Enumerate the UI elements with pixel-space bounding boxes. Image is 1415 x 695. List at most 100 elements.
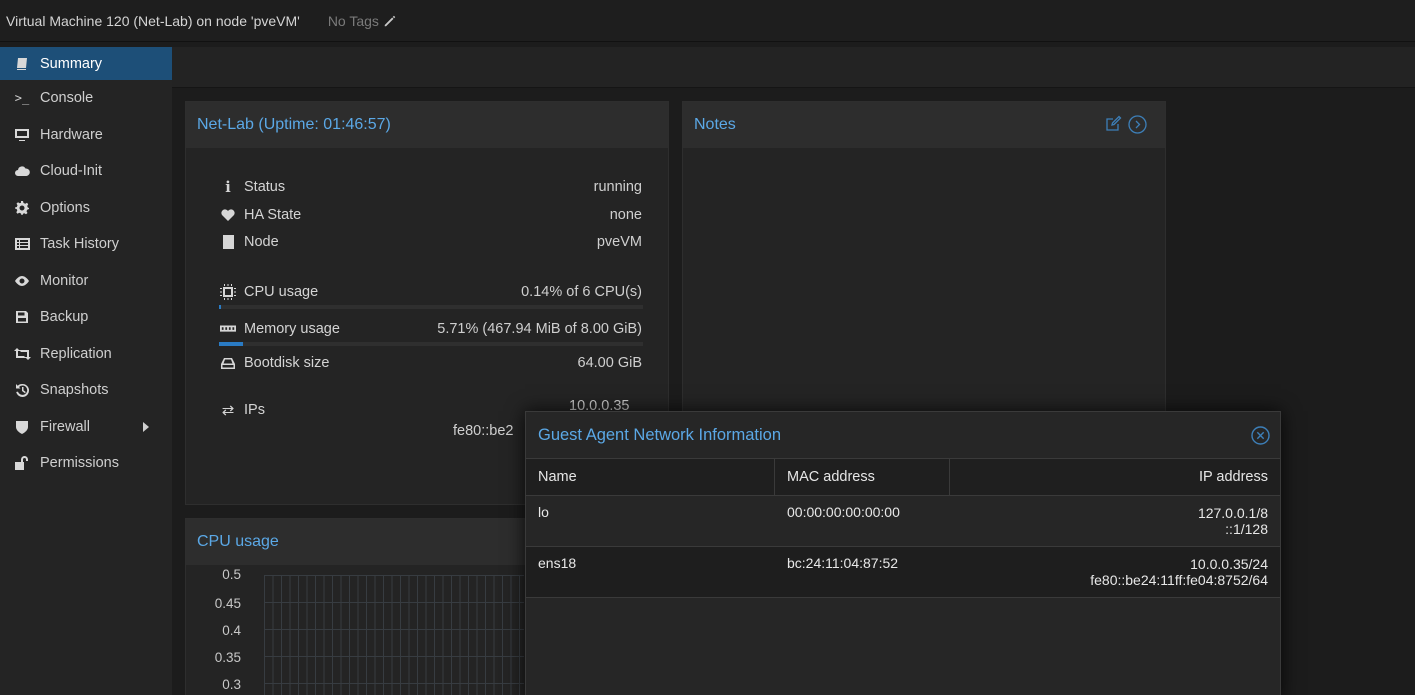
node-row: Node pveVM xyxy=(220,232,642,252)
ip-address: 10.0.0.35/24 xyxy=(1190,556,1268,572)
ip-address: ::1/128 xyxy=(1225,521,1268,537)
sidebar-item-permissions[interactable]: Permissions xyxy=(0,445,172,482)
notes-title: Notes xyxy=(694,116,736,133)
collapse-icon[interactable] xyxy=(1128,115,1147,134)
column-header-ip[interactable]: IP address xyxy=(950,459,1280,495)
notes-panel: Notes xyxy=(682,101,1166,431)
ip-value-link-local: fe80::be2 xyxy=(453,423,514,439)
monitor-icon xyxy=(12,128,32,142)
status-value: running xyxy=(593,179,642,195)
dialog-header: Guest Agent Network Information xyxy=(526,412,1280,458)
cloud-icon xyxy=(12,165,32,177)
sidebar-item-label: Monitor xyxy=(40,272,89,289)
status-row: i Status running xyxy=(220,177,642,197)
memory-usage-bar xyxy=(219,342,643,346)
node-label: Node xyxy=(244,234,279,250)
table-row[interactable]: lo 00:00:00:00:00:00 127.0.0.1/8 ::1/128 xyxy=(526,496,1280,547)
memory-row: Memory usage 5.71% (467.94 MiB of 8.00 G… xyxy=(220,319,642,339)
sidebar-item-label: Summary xyxy=(40,55,103,72)
sidebar-item-label: Cloud-Init xyxy=(40,163,103,180)
table-header: Name MAC address IP address xyxy=(526,458,1280,496)
sidebar-item-label: Options xyxy=(40,199,90,216)
mac-address: 00:00:00:00:00:00 xyxy=(787,504,900,520)
sidebar-item-task-history[interactable]: Task History xyxy=(0,226,172,263)
content-toolbar xyxy=(172,47,1415,88)
status-panel-title: Net-Lab (Uptime: 01:46:57) xyxy=(186,102,668,148)
pencil-icon xyxy=(384,15,396,26)
terminal-icon: >_ xyxy=(14,91,30,106)
bootdisk-value: 64.00 GiB xyxy=(577,355,643,371)
ha-value: none xyxy=(609,207,642,223)
info-icon: i xyxy=(225,178,231,196)
sidebar-item-snapshots[interactable]: Snapshots xyxy=(0,372,172,409)
y-tick-label: 0.45 xyxy=(214,596,241,611)
sidebar-item-label: Replication xyxy=(40,345,112,362)
ips-label: IPs xyxy=(244,402,265,418)
tags-label: No Tags xyxy=(327,12,379,29)
y-tick-label: 0.3 xyxy=(222,677,241,692)
sidebar: Summary >_ Console Hardware Cloud-Init O… xyxy=(0,47,172,695)
sidebar-item-summary[interactable]: Summary xyxy=(0,47,172,80)
close-icon xyxy=(1251,426,1270,445)
sidebar-item-replication[interactable]: Replication xyxy=(0,336,172,373)
guest-agent-network-dialog: Guest Agent Network Information Name MAC… xyxy=(525,411,1281,695)
heartbeat-icon xyxy=(220,209,236,221)
cpu-row: CPU usage 0.14% of 6 CPU(s) xyxy=(220,282,642,302)
sidebar-item-firewall[interactable]: Firewall xyxy=(0,409,172,446)
history-icon xyxy=(12,383,32,398)
edit-icon[interactable] xyxy=(1105,115,1122,132)
ha-state-row: HA State none xyxy=(220,205,642,225)
retweet-icon xyxy=(12,347,32,360)
ip-address: fe80::be24:11ff:fe04:8752/64 xyxy=(1090,572,1268,588)
mac-address: bc:24:11:04:87:52 xyxy=(787,555,899,571)
memory-label: Memory usage xyxy=(244,321,340,337)
eye-icon xyxy=(12,275,32,287)
cpu-value: 0.14% of 6 CPU(s) xyxy=(521,284,642,300)
gear-icon xyxy=(12,200,32,215)
exchange-icon: ⇄ xyxy=(221,402,235,419)
list-icon xyxy=(12,238,32,251)
bootdisk-label: Bootdisk size xyxy=(244,355,330,371)
tags-button[interactable]: No Tags xyxy=(328,13,397,29)
hdd-icon xyxy=(220,357,236,369)
sidebar-item-label: Task History xyxy=(40,236,119,253)
memory-usage-bar-fill xyxy=(219,342,244,346)
ip-address: 127.0.0.1/8 xyxy=(1197,505,1268,521)
sidebar-item-label: Backup xyxy=(40,309,89,326)
expand-caret-icon[interactable] xyxy=(143,421,149,432)
sidebar-item-hardware[interactable]: Hardware xyxy=(0,117,172,154)
top-bar: Virtual Machine 120 (Net-Lab) on node 'p… xyxy=(0,0,1415,42)
sidebar-item-cloud-init[interactable]: Cloud-Init xyxy=(0,153,172,190)
interface-name: ens18 xyxy=(538,555,577,571)
sidebar-item-label: Hardware xyxy=(40,126,103,143)
y-tick-label: 0.35 xyxy=(214,650,241,665)
column-header-name[interactable]: Name xyxy=(526,459,775,495)
sidebar-item-monitor[interactable]: Monitor xyxy=(0,263,172,300)
status-label: Status xyxy=(244,179,286,195)
bootdisk-row: Bootdisk size 64.00 GiB xyxy=(220,353,642,373)
sidebar-item-label: Firewall xyxy=(40,418,90,435)
sidebar-item-backup[interactable]: Backup xyxy=(0,299,172,336)
memory-icon xyxy=(220,324,236,334)
unlock-icon xyxy=(12,456,32,471)
sidebar-item-options[interactable]: Options xyxy=(0,190,172,227)
table-row[interactable]: ens18 bc:24:11:04:87:52 10.0.0.35/24 fe8… xyxy=(526,547,1280,598)
ip-address-cell: 10.0.0.35/24 fe80::be24:11ff:fe04:8752/6… xyxy=(950,547,1280,597)
cpu-usage-bar-fill xyxy=(219,305,222,309)
ha-label: HA State xyxy=(244,207,302,223)
close-button[interactable] xyxy=(1251,426,1270,450)
dialog-title: Guest Agent Network Information xyxy=(538,425,782,444)
memory-value: 5.71% (467.94 MiB of 8.00 GiB) xyxy=(437,321,642,337)
building-icon xyxy=(220,235,236,249)
sidebar-item-label: Snapshots xyxy=(40,382,109,399)
floppy-icon xyxy=(12,310,32,324)
sidebar-item-label: Console xyxy=(40,90,94,107)
sidebar-item-console[interactable]: >_ Console xyxy=(0,80,172,117)
interface-name: lo xyxy=(538,504,549,520)
book-icon xyxy=(12,57,32,71)
cpu-chart-grid xyxy=(264,575,524,695)
cpu-label: CPU usage xyxy=(244,284,319,300)
column-header-mac[interactable]: MAC address xyxy=(775,459,950,495)
shield-icon xyxy=(12,420,32,434)
notes-header: Notes xyxy=(683,102,1165,148)
